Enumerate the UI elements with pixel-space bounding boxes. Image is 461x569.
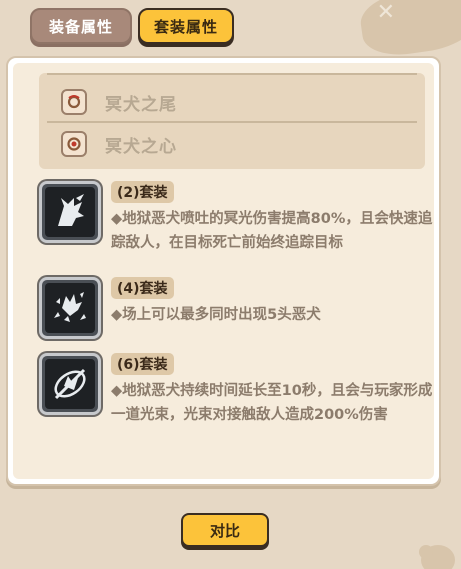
compare-button[interactable]: 对比 (181, 513, 269, 547)
tail-ring-icon (61, 89, 87, 115)
equipment-item[interactable]: 冥犬之心 (61, 131, 177, 157)
equipment-name: 冥犬之心 (105, 136, 177, 157)
wolf-pack-icon (39, 277, 101, 339)
decorative-map-blob (357, 0, 461, 60)
set-attributes-panel: 冥犬之尾 冥犬之心 (2)套装 ◆地狱恶犬喷吐的冥光伤害提高80%，且会快速追踪… (6, 56, 441, 486)
divider (47, 121, 417, 123)
decorative-dot-small (419, 545, 433, 559)
light-beam-wolf-icon (39, 353, 101, 415)
set-tag: (2)套装 (111, 181, 174, 203)
set-tag: (6)套装 (111, 353, 174, 375)
heart-ring-icon (61, 131, 87, 157)
tab-equipment-attributes[interactable]: 装备属性 (30, 8, 132, 44)
set-description: ◆地狱恶犬持续时间延长至10秒，且会与玩家形成一道光束，光束对接触敌人造成200… (111, 383, 433, 423)
set-bonus-6: (6)套装 ◆地狱恶犬持续时间延长至10秒，且会与玩家形成一道光束，光束对接触敌… (39, 353, 434, 463)
set-description: ◆地狱恶犬喷吐的冥光伤害提高80%，且会快速追踪敌人，在目标死亡前始终追踪目标 (111, 211, 433, 251)
equipment-list: 冥犬之尾 冥犬之心 (39, 73, 425, 169)
decorative-x-mark: ✕ (376, 0, 395, 25)
howling-wolf-icon (39, 181, 101, 243)
equipment-item[interactable]: 冥犬之尾 (61, 89, 177, 115)
equipment-name: 冥犬之尾 (105, 94, 177, 115)
divider (47, 73, 417, 75)
tab-set-attributes[interactable]: 套装属性 (138, 8, 234, 44)
set-description: ◆场上可以最多同时出现5头恶犬 (111, 307, 321, 323)
panel-content[interactable]: 冥犬之尾 冥犬之心 (2)套装 ◆地狱恶犬喷吐的冥光伤害提高80%，且会快速追踪… (13, 63, 434, 479)
set-bonus-2: (2)套装 ◆地狱恶犬喷吐的冥光伤害提高80%，且会快速追踪敌人，在目标死亡前始… (39, 181, 434, 271)
set-bonus-4: (4)套装 ◆场上可以最多同时出现5头恶犬 (39, 277, 434, 341)
set-tag: (4)套装 (111, 277, 174, 299)
